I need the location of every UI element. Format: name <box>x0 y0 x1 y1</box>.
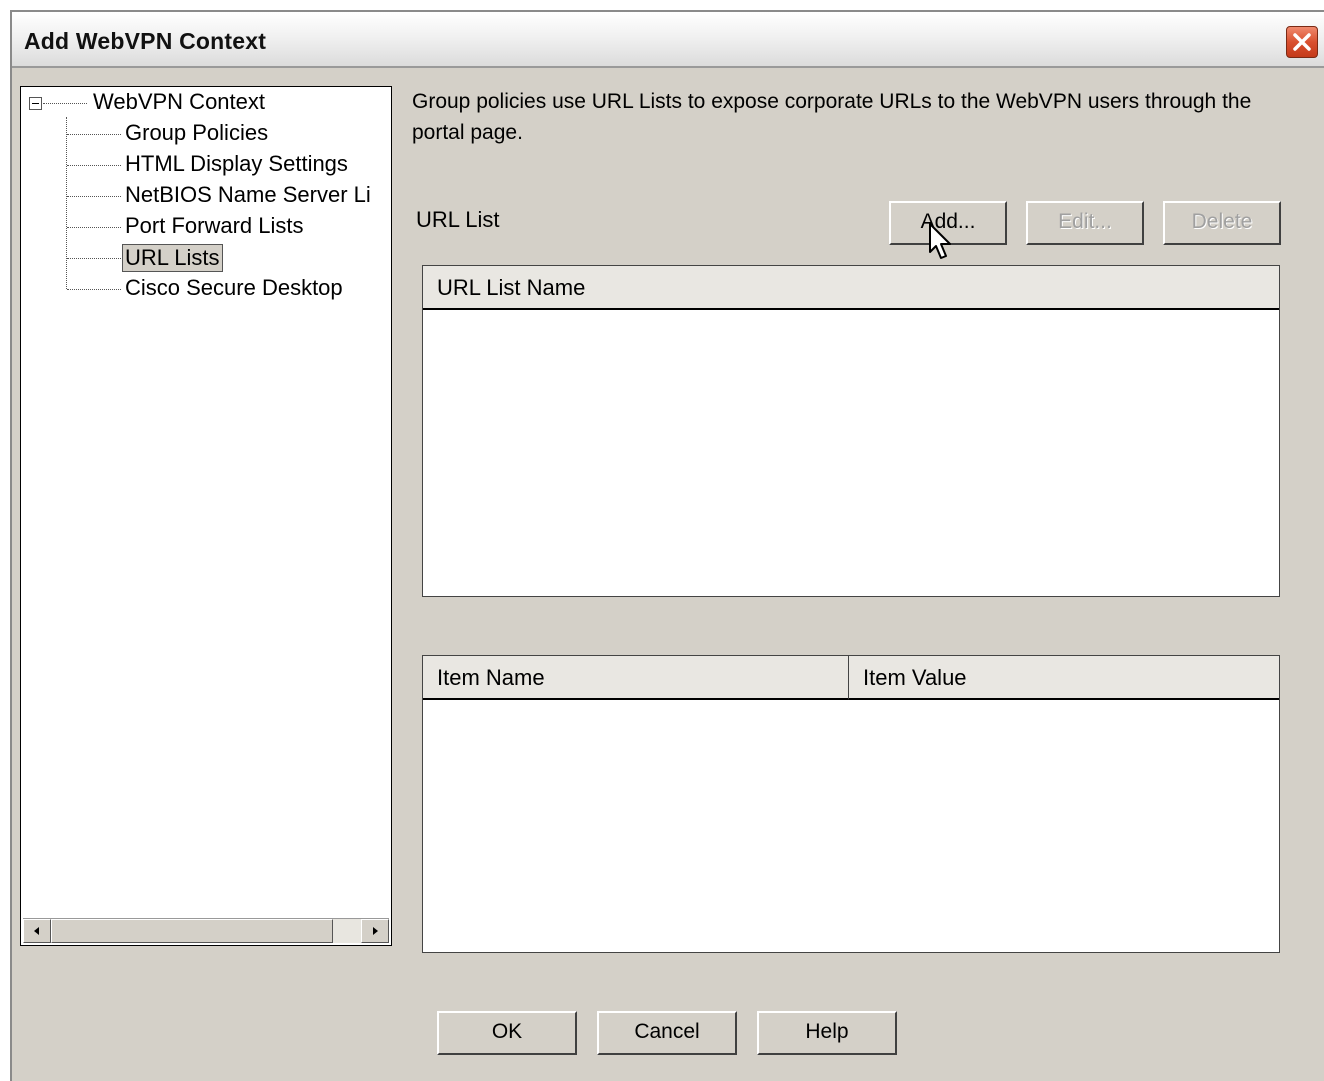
close-icon <box>1293 33 1311 51</box>
tree-item-port-forward-lists[interactable]: Port Forward Lists <box>125 213 304 239</box>
tree-connector <box>66 117 67 289</box>
dialog-title: Add WebVPN Context <box>24 28 267 54</box>
cancel-button[interactable]: Cancel <box>597 1011 737 1055</box>
delete-button[interactable]: Delete <box>1163 201 1281 245</box>
tree-connector <box>67 258 121 259</box>
close-button[interactable] <box>1286 26 1318 58</box>
mouse-pointer-icon <box>929 223 951 259</box>
scrollbar-thumb[interactable] <box>51 919 333 943</box>
column-header-item-name[interactable]: Item Name <box>423 656 849 700</box>
column-header-url-list-name[interactable]: URL List Name <box>423 266 1279 310</box>
scroll-right-icon <box>373 927 378 935</box>
description-text: Group policies use URL Lists to expose c… <box>412 90 1252 144</box>
tree-connector <box>67 165 121 166</box>
horizontal-scrollbar[interactable] <box>23 918 389 943</box>
tree-item-html-display-settings[interactable]: HTML Display Settings <box>125 151 348 177</box>
tree-item-url-lists[interactable]: URL Lists <box>122 244 223 272</box>
tree-connector <box>43 103 87 104</box>
url-list-label: URL List <box>416 207 500 232</box>
scroll-right-button[interactable] <box>361 919 389 943</box>
navigation-tree[interactable]: WebVPN Context Group Policies HTML Displ… <box>20 86 392 946</box>
edit-button[interactable]: Edit... <box>1026 201 1144 245</box>
ok-button[interactable]: OK <box>437 1011 577 1055</box>
tree-root-webvpn-context[interactable]: WebVPN Context <box>93 89 265 115</box>
url-list-table[interactable]: URL List Name <box>422 265 1280 597</box>
tree-item-cisco-secure-desktop[interactable]: Cisco Secure Desktop <box>125 275 343 301</box>
title-bar[interactable]: Add WebVPN Context <box>12 12 1324 68</box>
scroll-left-icon <box>34 927 39 935</box>
help-button[interactable]: Help <box>757 1011 897 1055</box>
scroll-left-button[interactable] <box>23 919 51 943</box>
tree-connector <box>67 289 121 290</box>
tree-collapse-icon[interactable] <box>29 97 42 110</box>
tree-connector <box>67 227 121 228</box>
tree-item-netbios-name-server-lists[interactable]: NetBIOS Name Server Li <box>125 182 371 208</box>
tree-connector <box>67 196 121 197</box>
column-header-item-value[interactable]: Item Value <box>849 656 1279 700</box>
tree-connector <box>67 134 121 135</box>
tree-item-group-policies[interactable]: Group Policies <box>125 120 268 146</box>
url-items-table[interactable]: Item Name Item Value <box>422 655 1280 953</box>
